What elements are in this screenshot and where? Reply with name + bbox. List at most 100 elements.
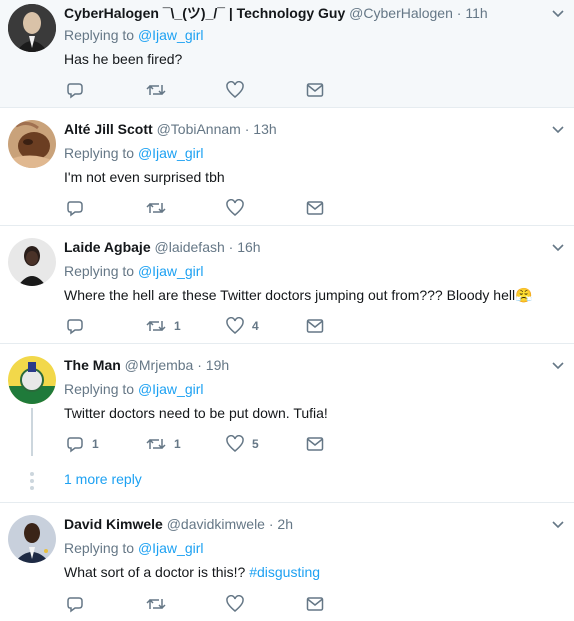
thread-dots bbox=[29, 472, 35, 493]
retweet-button[interactable] bbox=[146, 198, 174, 218]
retweet-button[interactable]: 1 bbox=[146, 434, 181, 454]
retweet-icon bbox=[146, 202, 166, 214]
retweet-icon bbox=[146, 598, 166, 610]
heart-icon bbox=[226, 199, 244, 216]
retweet-button[interactable] bbox=[146, 80, 174, 100]
display-name[interactable]: CyberHalogen ¯\_(ツ)_/¯ | Technology Guy bbox=[64, 5, 345, 21]
tweet-actions: 1 1 5 bbox=[64, 434, 364, 454]
tweet-text: Twitter doctors need to be put down. Tuf… bbox=[64, 405, 328, 421]
like-count: 5 bbox=[252, 437, 259, 451]
avatar[interactable] bbox=[8, 238, 56, 286]
tweet-header: CyberHalogen ¯\_(ツ)_/¯ | Technology Guy … bbox=[64, 4, 534, 22]
direct-message-button[interactable] bbox=[306, 594, 324, 614]
direct-message-button[interactable] bbox=[306, 316, 324, 336]
handle[interactable]: @CyberHalogen bbox=[349, 5, 453, 21]
reply-icon bbox=[67, 83, 83, 99]
heart-icon bbox=[226, 595, 244, 612]
handle[interactable]: @laidefash bbox=[155, 239, 225, 255]
avatar[interactable] bbox=[8, 515, 56, 563]
retweet-count: 1 bbox=[174, 437, 181, 451]
reply-button[interactable] bbox=[66, 316, 92, 336]
like-button[interactable]: 4 bbox=[226, 316, 259, 336]
heart-icon bbox=[226, 317, 244, 334]
display-name[interactable]: Laide Agbaje bbox=[64, 239, 151, 255]
tweet-actions: 1 4 bbox=[64, 316, 364, 336]
more-replies-link[interactable]: 1 more reply bbox=[64, 471, 142, 487]
replying-to: Replying to @Ijaw_girl bbox=[64, 540, 204, 556]
retweet-button[interactable] bbox=[146, 594, 174, 614]
tweet-header: Alté Jill Scott @TobiAnnam · 13h bbox=[64, 120, 534, 138]
direct-message-button[interactable] bbox=[306, 198, 324, 218]
heart-icon bbox=[226, 81, 244, 98]
tweet-cyberhalogen[interactable]: CyberHalogen ¯\_(ツ)_/¯ | Technology Guy … bbox=[0, 0, 574, 108]
reply-button[interactable] bbox=[66, 594, 92, 614]
replying-to: Replying to @Ijaw_girl bbox=[64, 145, 204, 161]
reply-icon bbox=[67, 201, 83, 217]
tweet-text-body: What sort of a doctor is this!? bbox=[64, 564, 246, 580]
replying-to: Replying to @Ijaw_girl bbox=[64, 263, 204, 279]
tweet-text: I'm not even surprised tbh bbox=[64, 169, 225, 185]
chevron-down-icon[interactable] bbox=[550, 516, 566, 532]
reply-button[interactable]: 1 bbox=[66, 434, 99, 454]
envelope-icon bbox=[306, 201, 324, 215]
chevron-down-icon[interactable] bbox=[550, 5, 566, 21]
timestamp[interactable]: 11h bbox=[465, 5, 487, 21]
avatar[interactable] bbox=[8, 120, 56, 168]
display-name[interactable]: David Kimwele bbox=[64, 516, 163, 532]
timestamp[interactable]: 2h bbox=[277, 516, 293, 532]
thread-line bbox=[31, 408, 33, 456]
retweet-button[interactable]: 1 bbox=[146, 316, 181, 336]
direct-message-button[interactable] bbox=[306, 434, 324, 454]
timestamp[interactable]: 19h bbox=[206, 357, 229, 373]
tweet-tobiannam[interactable]: Alté Jill Scott @TobiAnnam · 13h Replyin… bbox=[0, 108, 574, 226]
reply-button[interactable] bbox=[66, 198, 92, 218]
display-name[interactable]: Alté Jill Scott bbox=[64, 121, 153, 137]
handle[interactable]: @davidkimwele bbox=[167, 516, 265, 532]
reply-button[interactable] bbox=[66, 80, 92, 100]
handle[interactable]: @TobiAnnam bbox=[157, 121, 241, 137]
envelope-icon bbox=[306, 597, 324, 611]
like-button[interactable] bbox=[226, 198, 252, 218]
tweet-header: David Kimwele @davidkimwele · 2h bbox=[64, 515, 534, 533]
tweet-mrjemba[interactable]: The Man @Mrjemba · 19h Replying to @Ijaw… bbox=[0, 344, 574, 503]
replying-to: Replying to @Ijaw_girl bbox=[64, 381, 204, 397]
reply-target-link[interactable]: @Ijaw_girl bbox=[138, 540, 204, 556]
tweet-actions bbox=[64, 198, 364, 218]
reply-target-link[interactable]: @Ijaw_girl bbox=[138, 145, 204, 161]
timestamp[interactable]: 13h bbox=[253, 121, 276, 137]
like-count: 4 bbox=[252, 319, 259, 333]
avatar[interactable] bbox=[8, 4, 56, 52]
tweet-davidkimwele[interactable]: David Kimwele @davidkimwele · 2h Replyin… bbox=[0, 503, 574, 621]
retweet-icon bbox=[146, 320, 166, 332]
separator: · bbox=[244, 121, 250, 137]
tweet-text: What sort of a doctor is this!? #disgust… bbox=[64, 563, 554, 581]
handle[interactable]: @Mrjemba bbox=[125, 357, 194, 373]
tweet-laidefash[interactable]: Laide Agbaje @laidefash · 16h Replying t… bbox=[0, 226, 574, 344]
separator: · bbox=[197, 357, 202, 373]
direct-message-button[interactable] bbox=[306, 80, 324, 100]
tweet-text: Where the hell are these Twitter doctors… bbox=[64, 287, 533, 303]
reply-icon bbox=[67, 597, 83, 613]
envelope-icon bbox=[306, 437, 324, 451]
avatar[interactable] bbox=[8, 356, 56, 404]
like-button[interactable] bbox=[226, 80, 252, 100]
timestamp[interactable]: 16h bbox=[237, 239, 260, 255]
reply-target-link[interactable]: @Ijaw_girl bbox=[138, 27, 204, 43]
reply-icon bbox=[67, 319, 83, 335]
like-button[interactable] bbox=[226, 594, 252, 614]
tweet-actions bbox=[64, 80, 364, 100]
reply-target-link[interactable]: @Ijaw_girl bbox=[138, 263, 204, 279]
chevron-down-icon[interactable] bbox=[550, 239, 566, 255]
hashtag-link[interactable]: #disgusting bbox=[249, 564, 320, 580]
tweet-text: Has he been fired? bbox=[64, 51, 183, 67]
chevron-down-icon[interactable] bbox=[550, 121, 566, 137]
display-name[interactable]: The Man bbox=[64, 357, 121, 373]
like-button[interactable]: 5 bbox=[226, 434, 259, 454]
reply-target-link[interactable]: @Ijaw_girl bbox=[138, 381, 204, 397]
chevron-down-icon[interactable] bbox=[550, 357, 566, 373]
retweet-icon bbox=[146, 84, 166, 96]
reply-count: 1 bbox=[92, 437, 99, 451]
envelope-icon bbox=[306, 319, 324, 333]
tweet-actions bbox=[64, 594, 364, 614]
retweet-icon bbox=[146, 438, 166, 450]
